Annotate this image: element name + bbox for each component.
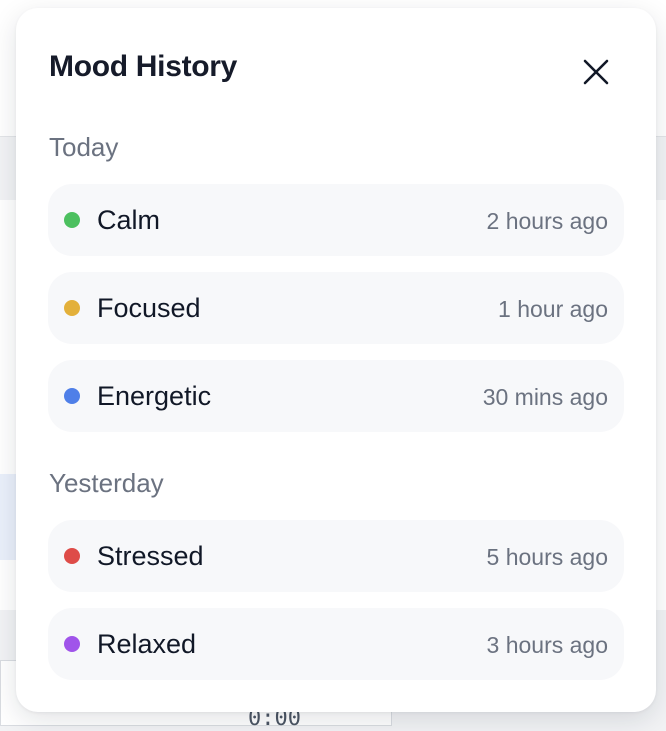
close-icon [583, 59, 609, 85]
mood-label: Calm [97, 205, 161, 235]
mood-color-dot [64, 388, 80, 404]
mood-timestamp: 2 hours ago [486, 208, 608, 234]
section-heading-yesterday: Yesterday [49, 468, 164, 498]
mood-color-dot [64, 636, 80, 652]
mood-color-dot [64, 300, 80, 316]
mood-label: Energetic [97, 381, 212, 411]
mood-label: Focused [97, 293, 201, 323]
section-heading-today: Today [49, 132, 119, 162]
mood-timestamp: 30 mins ago [482, 384, 608, 410]
mood-entry-calm[interactable]: Calm 2 hours ago [48, 184, 624, 256]
mood-color-dot [64, 212, 80, 228]
mood-label: Relaxed [97, 629, 197, 659]
mood-timestamp: 5 hours ago [486, 544, 608, 570]
modal-title: Mood History [49, 50, 238, 83]
mood-label: Stressed [97, 541, 204, 571]
mood-timestamp: 1 hour ago [498, 296, 608, 322]
mood-timestamp: 3 hours ago [486, 632, 608, 658]
mood-entry-energetic[interactable]: Energetic 30 mins ago [48, 360, 624, 432]
mood-entry-focused[interactable]: Focused 1 hour ago [48, 272, 624, 344]
mood-history-modal: Mood History Today Calm 2 hours ago Focu… [16, 8, 656, 712]
mood-entry-stressed[interactable]: Stressed 5 hours ago [48, 520, 624, 592]
mood-entry-relaxed[interactable]: Relaxed 3 hours ago [48, 608, 624, 680]
mood-color-dot [64, 548, 80, 564]
close-button[interactable] [577, 53, 615, 91]
